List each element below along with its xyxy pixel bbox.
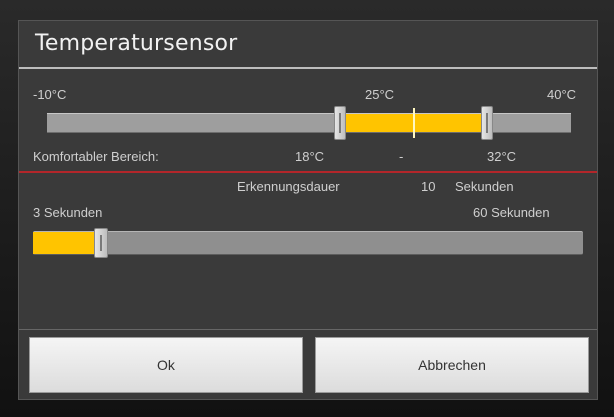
comfort-separator: - xyxy=(399,149,404,164)
comfort-low-value: 18°C xyxy=(295,149,325,164)
dialog-title: Temperatursensor xyxy=(35,31,238,56)
temp-max-label: 40°C xyxy=(547,87,577,102)
detection-duration-value: 10 xyxy=(421,179,436,194)
temperature-sensor-dialog: Temperatursensor -10°C 25°C 40°C Komfort… xyxy=(18,20,598,400)
temp-mid-label: 25°C xyxy=(365,87,395,102)
temperature-range-slider[interactable] xyxy=(47,106,571,140)
detection-duration-unit: Sekunden xyxy=(455,179,514,194)
ok-button[interactable]: Ok xyxy=(29,337,303,393)
detection-duration-label: Erkennungsdauer xyxy=(237,179,340,194)
duration-fill xyxy=(33,232,101,254)
comfort-high-value: 32°C xyxy=(487,149,517,164)
temp-min-label: -10°C xyxy=(33,87,67,102)
comfort-high-thumb[interactable] xyxy=(481,106,494,140)
duration-thumb[interactable] xyxy=(93,228,108,258)
red-divider-line xyxy=(19,171,597,173)
detection-duration-slider[interactable] xyxy=(33,228,583,258)
duration-max-label: 60 Sekunden xyxy=(473,205,550,220)
comfort-range-label: Komfortabler Bereich: xyxy=(33,149,159,164)
comfort-low-thumb[interactable] xyxy=(334,106,347,140)
current-temperature-marker xyxy=(412,108,415,138)
duration-min-label: 3 Sekunden xyxy=(33,205,103,220)
button-divider xyxy=(19,329,597,330)
title-divider xyxy=(19,67,597,69)
cancel-button[interactable]: Abbrechen xyxy=(315,337,589,393)
